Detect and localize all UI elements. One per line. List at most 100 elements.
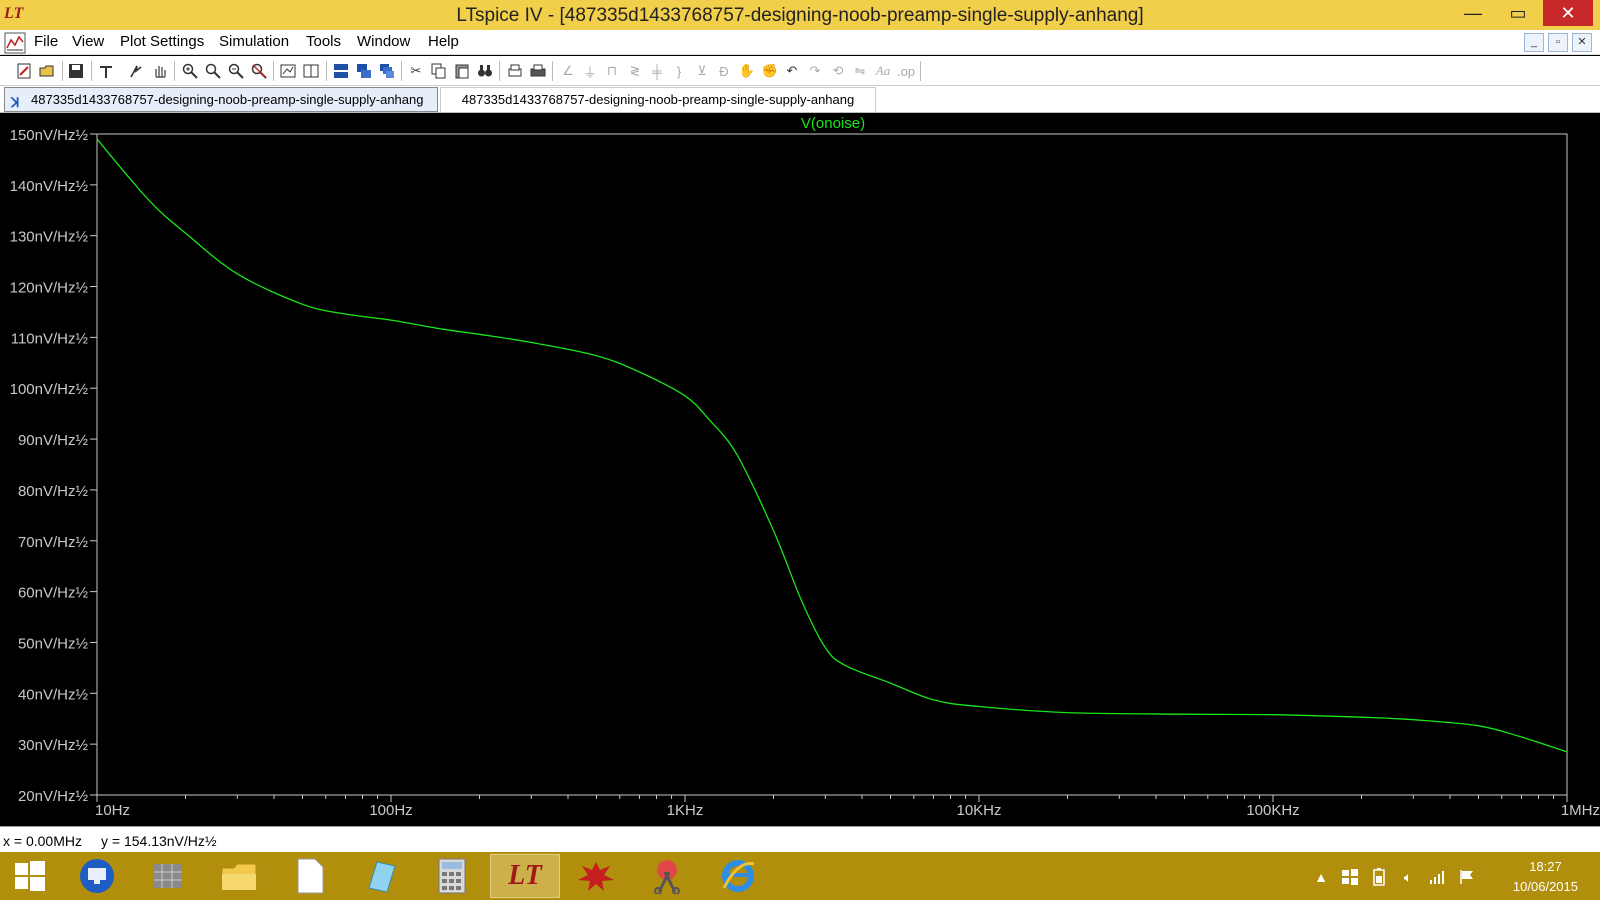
print-preview-icon[interactable] — [505, 61, 525, 81]
menu-view[interactable]: View — [72, 33, 104, 50]
show-hidden-icons-icon[interactable]: ▲ — [1312, 868, 1330, 886]
battery-icon[interactable] — [1370, 868, 1388, 886]
label-net-icon[interactable]: ⊓ — [602, 61, 622, 81]
windows-logo-icon — [15, 861, 45, 891]
file-explorer-icon[interactable] — [204, 854, 274, 898]
y-tick-label: 120nV/Hz½ — [10, 280, 89, 297]
status-bar: x = 0.00MHz y = 154.13nV/Hz½ — [0, 826, 1600, 852]
internet-explorer-icon[interactable] — [703, 854, 773, 898]
mdi-minimize-button[interactable]: _ — [1524, 33, 1544, 52]
menu-window[interactable]: Window — [357, 33, 410, 50]
document-icon[interactable] — [275, 854, 345, 898]
taskbar: LT ▲ 🔈︎ 18:27 10/06/2015 — [0, 852, 1600, 900]
cursor-y-readout: y = 154.13nV/Hz½ — [101, 833, 217, 849]
paste-icon[interactable] — [452, 61, 472, 81]
ltspice-taskbar-icon[interactable]: LT — [490, 854, 560, 898]
waveform-window-icon[interactable] — [4, 32, 26, 54]
menu-plot-settings[interactable]: Plot Settings — [120, 33, 204, 50]
maximize-button[interactable]: ▭ — [1495, 0, 1541, 26]
menu-bar: File View Plot Settings Simulation Tools… — [0, 30, 1600, 55]
save-icon[interactable] — [66, 61, 86, 81]
new-schematic-icon[interactable] — [14, 61, 34, 81]
minimize-button[interactable]: — — [1450, 0, 1496, 26]
waveform-plot[interactable]: V(onoise) 150nV/Hz½ 140nV/Hz½ 130nV/Hz½ 120… — [0, 113, 1600, 826]
mdi-restore-button[interactable]: ▫ — [1548, 33, 1568, 52]
y-tick-label: 30nV/Hz½ — [18, 737, 89, 754]
capacitor-icon[interactable]: ╪ — [647, 61, 667, 81]
x-tick-label: 100KHz — [1246, 802, 1299, 819]
x-tick-label: 10KHz — [956, 802, 1001, 819]
clock-date: 10/06/2015 — [1512, 879, 1578, 894]
clock-time: 18:27 — [1529, 859, 1562, 874]
pan-icon[interactable] — [150, 61, 170, 81]
find-icon[interactable] — [475, 61, 495, 81]
component-icon[interactable]: Ð — [714, 61, 734, 81]
tab-bar: ꓘ 487335d1433768757-designing-noob-pream… — [0, 86, 1600, 113]
undo-icon[interactable]: ↶ — [782, 61, 802, 81]
text-icon[interactable]: Aa — [873, 61, 893, 81]
scissors-icon[interactable] — [632, 854, 702, 898]
volume-icon[interactable]: 🔈︎ — [1399, 868, 1417, 886]
calculator-icon[interactable] — [417, 854, 487, 898]
cut-icon[interactable]: ✂ — [406, 61, 426, 81]
copy-icon[interactable] — [429, 61, 449, 81]
zoom-fit-icon[interactable] — [249, 61, 269, 81]
y-tick-label: 60nV/Hz½ — [18, 585, 89, 602]
resistor-icon[interactable]: ≷ — [625, 61, 645, 81]
tab-waveform-label: 487335d1433768757-designing-noob-preamp-… — [461, 92, 855, 107]
diode-icon[interactable]: ⊻ — [692, 61, 712, 81]
zoom-out-icon[interactable] — [226, 61, 246, 81]
rotate-icon[interactable]: ⟲ — [828, 61, 848, 81]
mirror-icon[interactable]: ⇋ — [850, 61, 870, 81]
inductor-icon[interactable]: } — [669, 61, 689, 81]
run-icon[interactable] — [126, 61, 146, 81]
tile-horizontal-icon[interactable] — [331, 61, 351, 81]
redo-icon[interactable]: ↷ — [805, 61, 825, 81]
y-tick-label: 90nV/Hz½ — [18, 432, 89, 449]
start-button[interactable] — [0, 854, 60, 898]
y-tick-label: 140nV/Hz½ — [10, 178, 89, 195]
close-button[interactable]: ✕ — [1543, 0, 1593, 26]
action-center-icon[interactable] — [1341, 868, 1359, 886]
open-icon[interactable] — [37, 61, 57, 81]
menu-file[interactable]: File — [34, 33, 58, 50]
network-signal-icon[interactable] — [1428, 868, 1446, 886]
move-icon[interactable]: ✋ — [737, 61, 757, 81]
plot-svg[interactable]: V(onoise) 150nV/Hz½ 140nV/Hz½ 130nV/Hz½ 120… — [0, 113, 1600, 826]
control-panel-icon[interactable] — [96, 61, 116, 81]
x-tick-label: 1MHz — [1561, 802, 1600, 819]
server-manager-icon[interactable] — [133, 854, 203, 898]
remote-desktop-icon[interactable] — [62, 854, 132, 898]
y-tick-label: 50nV/Hz½ — [18, 635, 89, 652]
cascade-icon[interactable] — [377, 61, 397, 81]
drag-icon[interactable]: ✊ — [760, 61, 780, 81]
mdi-close-button[interactable]: ✕ — [1572, 33, 1592, 52]
zoom-in-icon[interactable] — [180, 61, 200, 81]
autorange-icon[interactable] — [278, 61, 298, 81]
menu-simulation[interactable]: Simulation — [219, 33, 289, 50]
paint-splash-icon[interactable] — [561, 854, 631, 898]
flag-icon[interactable] — [1458, 868, 1476, 886]
trace-label-v-onoise[interactable]: V(onoise) — [801, 115, 865, 132]
zoom-rect-icon[interactable] — [203, 61, 223, 81]
y-tick-label: 150nV/Hz½ — [10, 127, 89, 144]
series-line-v-onoise[interactable] — [96, 138, 1568, 753]
system-clock[interactable]: 18:27 10/06/2015 — [1513, 857, 1578, 897]
title-bar: LT LTspice IV - [487335d1433768757-desig… — [0, 0, 1600, 30]
menu-tools[interactable]: Tools — [306, 33, 341, 50]
spice-directive-icon[interactable]: .op — [896, 61, 916, 81]
tab-waveform[interactable]: 487335d1433768757-designing-noob-preamp-… — [440, 87, 876, 112]
ground-icon[interactable]: ⏚ — [580, 61, 600, 81]
toolbar: ✂ ∠ ⏚ ⊓ ≷ ╪ } ⊻ Ð ✋ ✊ ↶ ↷ ⟲ ⇋ Aa .op — [0, 56, 1600, 86]
x-tick-label: 10Hz — [95, 802, 130, 819]
y-tick-label: 100nV/Hz½ — [10, 381, 89, 398]
tile-vertical-icon[interactable] — [354, 61, 374, 81]
menu-help[interactable]: Help — [428, 33, 459, 50]
schematic-icon: ꓘ — [11, 95, 20, 110]
marker-icon[interactable] — [301, 61, 321, 81]
notepad-icon[interactable] — [346, 854, 416, 898]
y-tick-label: 110nV/Hz½ — [11, 330, 89, 347]
tab-schematic[interactable]: ꓘ 487335d1433768757-designing-noob-pream… — [4, 87, 438, 112]
wire-icon[interactable]: ∠ — [558, 61, 578, 81]
print-icon[interactable] — [528, 61, 548, 81]
